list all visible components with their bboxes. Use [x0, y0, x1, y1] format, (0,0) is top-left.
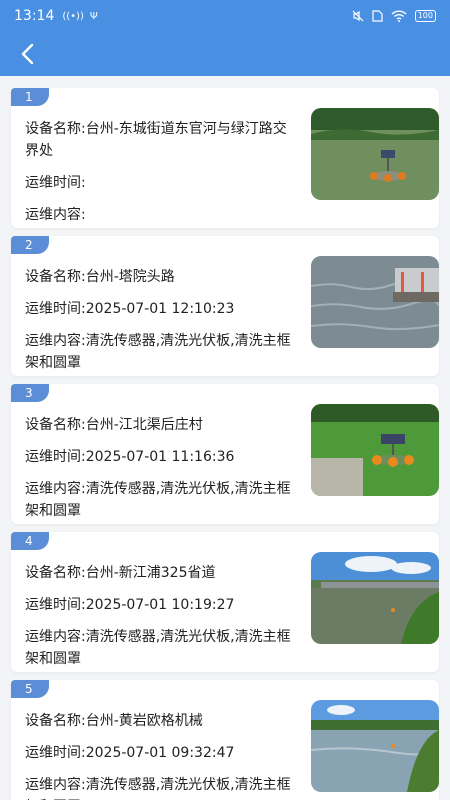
record-info: 设备名称:台州-江北渠后庄村 运维时间:2025-07-01 11:16:36 … [25, 414, 297, 522]
signal-icon: ((•)) [62, 10, 84, 22]
record-info: 设备名称:台州-新江浦325省道 运维时间:2025-07-01 10:19:2… [25, 562, 297, 670]
record-card[interactable]: 2 设备名称:台州-塔院头路 运维时间:2025-07-01 12:10:23 … [11, 236, 439, 376]
device-photo[interactable] [311, 552, 439, 644]
status-time: 13:14 [14, 8, 55, 24]
maintenance-content: 运维内容:清洗传感器,清洗光伏板,清洗主框架和圆罩 [25, 629, 291, 667]
maintenance-content: 运维内容:清洗传感器,清洗光伏板,清洗主框架和圆罩 [25, 333, 291, 371]
record-card[interactable]: 3 设备名称:台州-江北渠后庄村 运维时间:2025-07-01 11:16:3… [11, 384, 439, 524]
record-info: 设备名称:台州-塔院头路 运维时间:2025-07-01 12:10:23 运维… [25, 266, 297, 374]
back-button[interactable] [10, 36, 46, 72]
device-name: 设备名称:台州-新江浦325省道 [25, 565, 216, 581]
maintenance-content: 运维内容: [25, 207, 86, 223]
record-number: 3 [11, 384, 49, 402]
device-photo[interactable] [311, 108, 439, 200]
device-photo[interactable] [311, 256, 439, 348]
maintenance-time: 运维时间:2025-07-01 11:16:36 [25, 449, 235, 465]
device-name: 设备名称:台州-东城街道东官河与绿汀路交界处 [25, 121, 287, 159]
device-photo[interactable] [311, 404, 439, 496]
record-number: 1 [11, 88, 49, 106]
maintenance-time: 运维时间:2025-07-01 10:19:27 [25, 597, 235, 613]
maintenance-content: 运维内容:清洗传感器,清洗光伏板,清洗主框架和圆罩 [25, 777, 291, 800]
record-number: 5 [11, 680, 49, 698]
maintenance-time: 运维时间:2025-07-01 09:32:47 [25, 745, 235, 761]
nav-bar [0, 32, 450, 76]
record-info: 设备名称:台州-东城街道东官河与绿汀路交界处 运维时间: 运维内容: [25, 118, 297, 226]
usb-icon: Ψ [89, 10, 98, 22]
battery-icon: 100 [414, 10, 436, 22]
maintenance-list: 1 设备名称:台州-东城街道东官河与绿汀路交界处 运维时间: 运维内容: 2 设… [0, 76, 450, 800]
record-card[interactable]: 4 设备名称:台州-新江浦325省道 运维时间:2025-07-01 10:19… [11, 532, 439, 672]
record-number: 2 [11, 236, 49, 254]
device-name: 设备名称:台州-黄岩欧格机械 [25, 713, 203, 729]
wifi-icon [391, 10, 407, 22]
device-photo[interactable] [311, 700, 439, 792]
sim-icon [372, 10, 383, 22]
maintenance-time: 运维时间: [25, 175, 86, 191]
record-info: 设备名称:台州-黄岩欧格机械 运维时间:2025-07-01 09:32:47 … [25, 710, 297, 800]
record-card[interactable]: 1 设备名称:台州-东城街道东官河与绿汀路交界处 运维时间: 运维内容: [11, 88, 439, 228]
record-number: 4 [11, 532, 49, 550]
chevron-left-icon [21, 43, 34, 65]
status-bar: 13:14 ((•)) Ψ 100 [0, 0, 450, 32]
mute-icon [352, 10, 364, 22]
maintenance-time: 运维时间:2025-07-01 12:10:23 [25, 301, 235, 317]
device-name: 设备名称:台州-江北渠后庄村 [25, 417, 203, 433]
device-name: 设备名称:台州-塔院头路 [25, 269, 175, 285]
record-card[interactable]: 5 设备名称:台州-黄岩欧格机械 运维时间:2025-07-01 09:32:4… [11, 680, 439, 800]
maintenance-content: 运维内容:清洗传感器,清洗光伏板,清洗主框架和圆罩 [25, 481, 291, 519]
